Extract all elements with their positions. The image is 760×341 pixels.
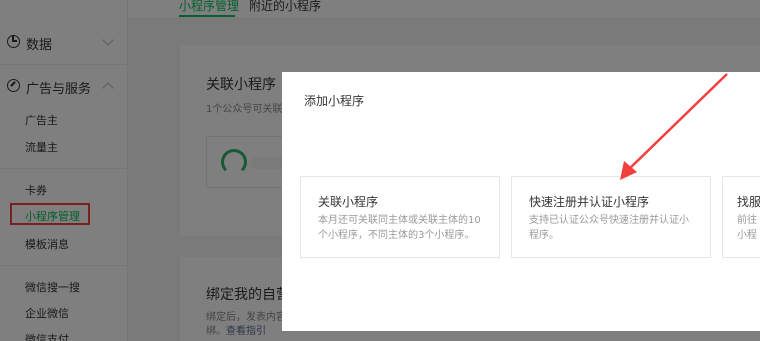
add-miniprogram-dialog: 添加小程序 关联小程序 本月还可关联同主体或关联主体的10个小程序，不同主体的3…: [282, 72, 760, 331]
option-desc: 前往 小程: [737, 215, 757, 241]
option-title: 快速注册并认证小程序: [529, 195, 650, 209]
option-title: 关联小程序: [318, 195, 379, 209]
dialog-title: 添加小程序: [304, 94, 365, 108]
option-link-miniprogram[interactable]: 关联小程序 本月还可关联同主体或关联主体的10个小程序，不同主体的3个小程序。: [300, 176, 500, 258]
option-desc: 本月还可关联同主体或关联主体的10个小程序，不同主体的3个小程序。: [318, 215, 481, 241]
option-find-service[interactable]: 找服 前往 小程: [722, 176, 760, 258]
option-title: 找服: [737, 195, 760, 209]
option-quick-register-miniprogram[interactable]: 快速注册并认证小程序 支持已认证公众号快速注册并认证小程序。: [511, 176, 711, 258]
option-desc: 支持已认证公众号快速注册并认证小程序。: [529, 215, 689, 241]
